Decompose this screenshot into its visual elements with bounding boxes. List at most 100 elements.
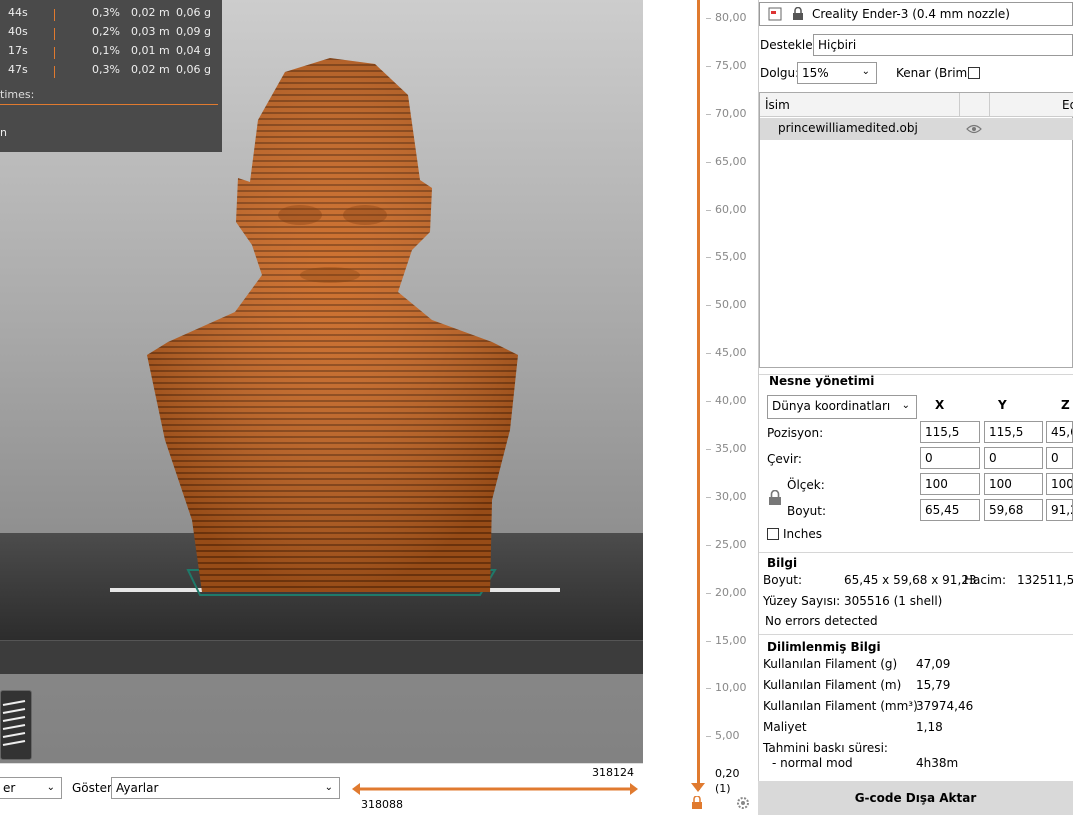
filament-g-label: Kullanılan Filament (g) [763,657,898,671]
stat-length: 0,02 m [131,6,170,19]
stat-percent: 0,3% [92,6,120,19]
layer-tick-label: 5,00 [715,729,740,742]
section-divider [759,634,1073,635]
stat-time: 47s [8,63,28,76]
eye-icon[interactable] [966,124,982,134]
printer-select[interactable]: Creality Ender-3 (0.4 mm nozzle) [759,2,1073,26]
view-type-select[interactable]: er ⌄ [0,777,62,799]
inches-checkbox[interactable] [767,528,779,540]
position-z-value: 45,6 [1051,425,1072,439]
size-label: Boyut: [787,504,827,518]
stat-time: 44s [8,6,28,19]
vertical-layer-slider[interactable] [697,0,700,790]
layer-tick-label: 70,00 [715,107,747,120]
layer-tick [706,736,711,737]
errors-status: No errors detected [765,614,878,628]
axis-y-label: Y [998,398,1007,412]
stat-length: 0,01 m [131,44,170,57]
coordinate-system-select[interactable]: Dünya koordinatları ⌄ [767,395,917,419]
bottom-toolbar: er ⌄ Göster Ayarlar ⌄ 318124 318088 [0,763,643,815]
position-label: Pozisyon: [767,426,824,440]
layer-tick-label: 15,00 [715,634,747,647]
cost-label: Maliyet [763,720,807,734]
layer-tick-label: 40,00 [715,394,747,407]
lock-icon[interactable] [768,490,782,506]
slider-thumb-bottom[interactable] [690,782,706,794]
size-y-value: 59,68 [989,503,1024,517]
scale-y-input[interactable]: 100 [984,473,1043,495]
object-list-header: İsim Ed [760,93,1073,117]
normal-mode-time: 4h38m [916,756,959,770]
chevron-down-icon: ⌄ [46,782,55,793]
rotate-z-value: 0 [1051,451,1059,465]
layer-tick-label: 60,00 [715,203,747,216]
layer-tick [706,210,711,211]
size-z-input[interactable]: 91,2 [1046,499,1073,521]
printer-name: Creality Ender-3 (0.4 mm nozzle) [812,7,1010,21]
object-list: İsim Ed princewilliamedited.obj [759,92,1073,368]
layer-tick-label: 35,00 [715,442,747,455]
layers-icon [2,700,26,746]
info-title: Bilgi [767,556,798,570]
stat-length: 0,02 m [131,63,170,76]
size-y-input[interactable]: 59,68 [984,499,1043,521]
column-edit-header[interactable]: Ed [1062,98,1073,112]
show-label: Göster [72,781,112,795]
layer-tick [706,18,711,19]
rotate-y-value: 0 [989,451,997,465]
scale-x-input[interactable]: 100 [920,473,980,495]
layer-tick-label: 80,00 [715,11,747,24]
times-divider [0,104,218,105]
brim-checkbox[interactable] [968,67,980,79]
section-divider [759,552,1073,553]
estimated-time-label: Tahmini baskı süresi: [763,741,888,755]
horizontal-move-slider[interactable] [350,781,640,797]
scale-z-value: 100 [1051,477,1073,491]
layer-tick [706,401,711,402]
layer-tick-label: 65,00 [715,155,747,168]
layer-tick [706,593,711,594]
column-name-header[interactable]: İsim [765,98,790,112]
scale-label: Ölçek: [787,478,825,492]
stat-percent: 0,2% [92,25,120,38]
layer-tick-label: 75,00 [715,59,747,72]
stat-separator [54,47,55,59]
position-z-input[interactable]: 45,6 [1046,421,1073,443]
export-gcode-button[interactable]: G-code Dışa Aktar [758,781,1073,815]
list-item[interactable]: princewilliamedited.obj [760,118,1073,140]
move-range-end: 318124 [592,766,634,779]
rotate-x-input[interactable]: 0 [920,447,980,469]
axis-z-label: Z [1061,398,1070,412]
scale-z-input[interactable]: 100 [1046,473,1073,495]
layer-tick [706,641,711,642]
stat-time: 17s [8,44,28,57]
stat-separator [54,28,55,40]
3d-viewport[interactable]: 44s 0,3% 0,02 m 0,06 g 40s 0,2% 0,03 m 0… [0,0,643,815]
scale-x-value: 100 [925,477,948,491]
layer-tick-label: 30,00 [715,490,747,503]
times-label: times: [0,88,35,101]
stat-percent: 0,1% [92,44,120,57]
position-x-input[interactable]: 115,5 [920,421,980,443]
supports-select[interactable]: Hiçbiri [813,34,1073,56]
layer-tick [706,688,711,689]
size-x-input[interactable]: 65,45 [920,499,980,521]
infill-select[interactable]: 15% ⌄ [797,62,877,84]
stat-row: 47s 0,3% 0,02 m 0,06 g [0,63,222,81]
stat-time: 40s [8,25,28,38]
layer-view-toggle[interactable] [0,690,32,760]
lock-icon[interactable] [690,796,704,810]
scale-y-value: 100 [989,477,1012,491]
stat-separator [54,9,55,21]
info-size-label: Boyut: [763,573,803,587]
position-y-input[interactable]: 115,5 [984,421,1043,443]
rotate-z-input[interactable]: 0 [1046,447,1073,469]
rotate-y-input[interactable]: 0 [984,447,1043,469]
inches-label: Inches [783,527,822,541]
column-divider [959,93,960,117]
position-y-value: 115,5 [989,425,1024,439]
move-range-start: 318088 [361,798,403,811]
show-select[interactable]: Ayarlar ⌄ [111,777,340,799]
gear-icon[interactable] [735,795,751,811]
position-x-value: 115,5 [925,425,960,439]
